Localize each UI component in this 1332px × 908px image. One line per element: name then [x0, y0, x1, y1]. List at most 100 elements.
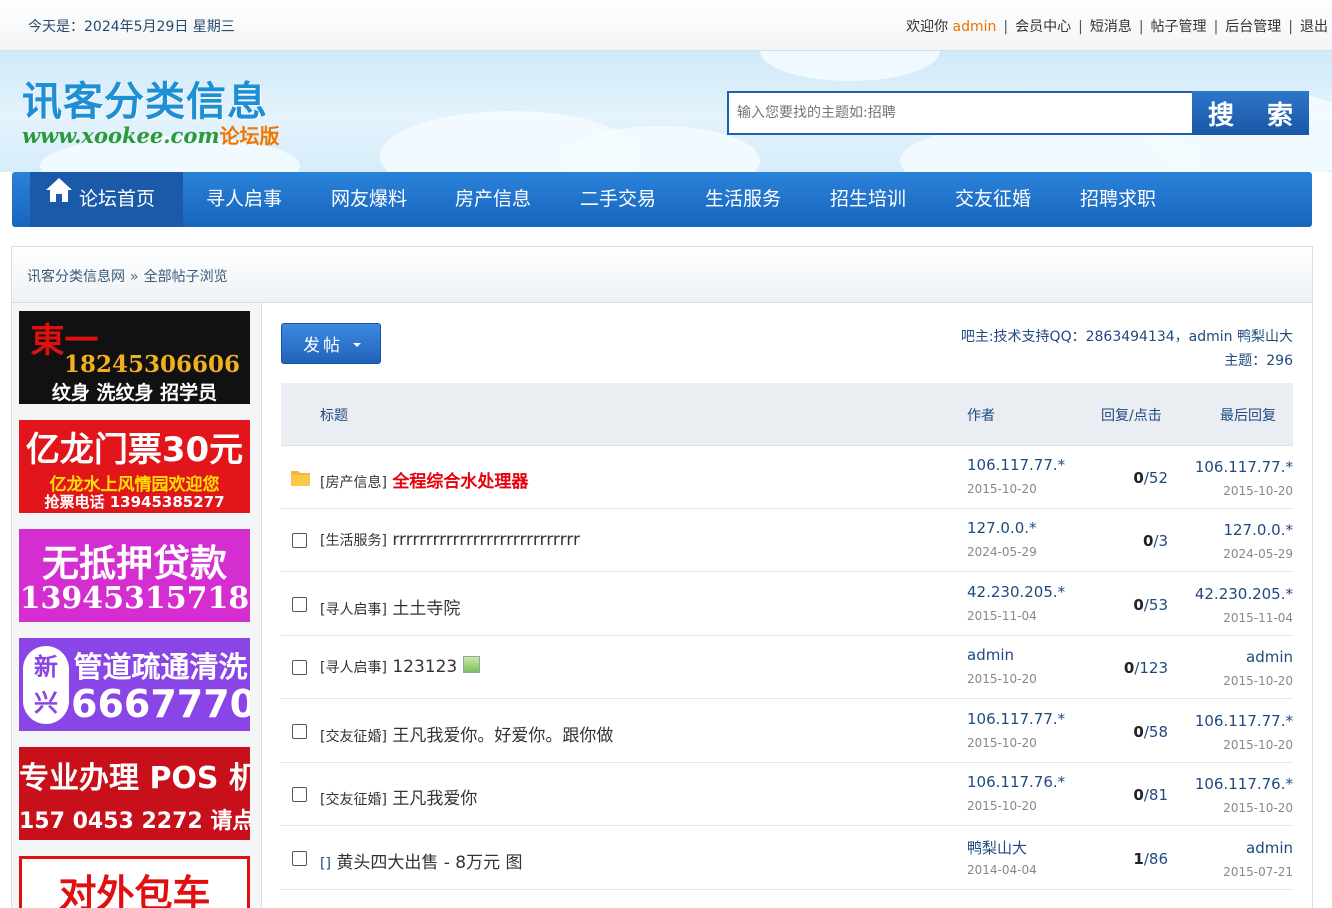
last-reply-user[interactable]: 106.117.76.* [1195, 775, 1293, 793]
thread-author[interactable]: admin [967, 646, 1014, 664]
folder-icon [291, 471, 310, 486]
reply-click-count: 1/86 [1133, 850, 1168, 868]
breadcrumb-home[interactable]: 讯客分类信息网 [27, 269, 125, 285]
row-checkbox[interactable] [292, 724, 307, 739]
last-reply-date: 2015-10-20 [1223, 801, 1293, 815]
thread-list-panel: 发帖 吧主:技术支持QQ：2863494134，admin 鸭梨山大 主题：29… [262, 302, 1313, 908]
last-reply-user[interactable]: 127.0.0.* [1223, 521, 1293, 539]
logo-title: 讯客分类信息 [22, 79, 268, 125]
caret-down-icon [353, 343, 361, 347]
nav-item-second-hand[interactable]: 二手交易 [580, 172, 656, 227]
thread-title[interactable]: [寻人启事] 土土寺院 [320, 594, 460, 619]
nav-item-news-tips[interactable]: 网友爆料 [331, 172, 407, 227]
last-reply-user[interactable]: 106.117.77.* [1195, 458, 1293, 476]
breadcrumb-bar: 讯客分类信息网» 全部帖子浏览 [11, 246, 1313, 302]
reply-click-count: 0/81 [1133, 786, 1168, 804]
ad-loan[interactable]: 无抵押贷款 13945315718 [19, 529, 250, 622]
reply-click-count: 0/3 [1142, 532, 1168, 550]
admin-link[interactable]: 后台管理 [1225, 19, 1281, 35]
search-input[interactable] [727, 91, 1194, 135]
nav-home[interactable]: 论坛首页 [30, 172, 183, 227]
image-attachment-icon [463, 655, 481, 673]
table-row[interactable]: [交友征婚] 王凡我爱你。好爱你。跟你做 106.117.77.* 2015-1… [281, 700, 1293, 763]
reply-click-count: 0/52 [1133, 469, 1168, 487]
table-row[interactable]: [房产信息] 全程综合水处理器 106.117.77.* 2015-10-20 … [281, 446, 1293, 509]
last-reply-user[interactable]: 106.117.77.* [1195, 712, 1293, 730]
col-title: 标题 [320, 408, 348, 424]
row-checkbox[interactable] [292, 660, 307, 675]
current-date: 今天是：2024年5月29日 星期三 [28, 19, 235, 35]
thread-author[interactable]: 106.117.77.* [967, 456, 1065, 474]
row-checkbox[interactable] [292, 851, 307, 866]
table-row[interactable]: [寻人启事] 土土寺院 42.230.205.* 2015-11-04 0/53… [281, 573, 1293, 636]
thread-author[interactable]: 127.0.0.* [967, 519, 1037, 537]
thread-title[interactable]: [交友征婚] 王凡我爱你。好爱你。跟你做 [320, 721, 613, 746]
member-center-link[interactable]: 会员中心 [1015, 19, 1071, 35]
site-logo[interactable]: 讯客分类信息 www.xookee.com论坛版 [22, 79, 280, 147]
ad-tattoo[interactable]: 東一 18245306606 纹身 洗纹身 招学员 [19, 311, 250, 404]
ad-ticket[interactable]: 亿龙门票30元 亿龙水上风情园欢迎您 抢票电话 13945385277 [19, 420, 250, 513]
thread-author[interactable]: 鸭梨山大 [967, 837, 1027, 858]
welcome-text: 欢迎你 [906, 19, 949, 35]
last-reply-date: 2015-10-20 [1223, 738, 1293, 752]
ad-pipe-cleaning[interactable]: 新兴 管道疏通清洗 6667770 [19, 638, 250, 731]
site-header: 讯客分类信息 www.xookee.com论坛版 搜 索 [0, 51, 1332, 172]
home-icon [45, 170, 73, 225]
moderator-info: 吧主:技术支持QQ：2863494134，admin 鸭梨山大 主题：296 [961, 325, 1293, 373]
col-replies: 回复/点击 [1101, 408, 1162, 424]
topic-count: 主题：296 [1224, 353, 1293, 369]
row-checkbox[interactable] [292, 597, 307, 612]
thread-title[interactable]: [房产信息] 全程综合水处理器 [320, 467, 528, 492]
last-reply-date: 2015-11-04 [1223, 611, 1293, 625]
ad-badge: 新兴 [23, 646, 69, 724]
thread-date: 2015-10-20 [967, 672, 1037, 686]
post-manage-link[interactable]: 帖子管理 [1151, 19, 1207, 35]
thread-title[interactable]: [生活服务] rrrrrrrrrrrrrrrrrrrrrrrrrrrr [320, 530, 580, 550]
logo-url: www.xookee.com论坛版 [22, 123, 280, 148]
thread-title[interactable]: [寻人启事] 123123 [320, 655, 481, 677]
thread-title[interactable]: [] 黄头四大出售 - 8万元 图 [320, 848, 523, 873]
thread-date: 2015-10-20 [967, 799, 1037, 813]
logout-link[interactable]: 退出 [1300, 19, 1328, 35]
thread-title[interactable]: [交友征婚] 王凡我爱你 [320, 784, 477, 809]
ad-car-rental[interactable]: 对外包车 [19, 856, 250, 908]
nav-item-missing-persons[interactable]: 寻人启事 [206, 172, 282, 227]
last-reply-date: 2024-05-29 [1223, 547, 1293, 561]
breadcrumb-current[interactable]: 全部帖子浏览 [144, 269, 228, 285]
last-reply-user[interactable]: admin [1246, 839, 1293, 857]
reply-click-count: 0/53 [1133, 596, 1168, 614]
nav-item-real-estate[interactable]: 房产信息 [455, 172, 531, 227]
last-reply-user[interactable]: 42.230.205.* [1195, 585, 1293, 603]
thread-author[interactable]: 106.117.77.* [967, 710, 1065, 728]
search-button[interactable]: 搜 索 [1192, 91, 1309, 135]
table-header: 标题 作者 回复/点击 最后回复 [281, 383, 1293, 446]
nav-item-dating[interactable]: 交友征婚 [955, 172, 1031, 227]
last-reply-user[interactable]: admin [1246, 648, 1293, 666]
table-row[interactable]: [] 黄头四大出售 - 8万元 图 鸭梨山大 2014-04-04 1/86 a… [281, 827, 1293, 890]
thread-date: 2014-04-04 [967, 863, 1037, 877]
user-links: 欢迎你 admin | 会员中心 | 短消息 | 帖子管理 | 后台管理 | 退出 [906, 19, 1328, 35]
col-author: 作者 [967, 408, 995, 424]
reply-click-count: 0/58 [1133, 723, 1168, 741]
nav-item-life-services[interactable]: 生活服务 [705, 172, 781, 227]
new-post-button[interactable]: 发帖 [281, 323, 381, 364]
last-reply-date: 2015-07-21 [1223, 865, 1293, 879]
thread-author[interactable]: 42.230.205.* [967, 583, 1065, 601]
row-checkbox[interactable] [292, 787, 307, 802]
thread-author[interactable]: 106.117.76.* [967, 773, 1065, 791]
thread-date: 2015-10-20 [967, 482, 1037, 496]
messages-link[interactable]: 短消息 [1090, 19, 1132, 35]
row-checkbox[interactable] [292, 533, 307, 548]
username-link[interactable]: admin [953, 19, 997, 35]
table-row[interactable]: [交友征婚] 王凡我爱你 106.117.76.* 2015-10-20 0/8… [281, 763, 1293, 826]
table-row[interactable]: [寻人启事] 123123 admin 2015-10-20 0/123 adm… [281, 636, 1293, 699]
col-last-reply: 最后回复 [1220, 408, 1276, 424]
thread-date: 2024-05-29 [967, 545, 1037, 559]
nav-item-jobs[interactable]: 招聘求职 [1080, 172, 1156, 227]
table-row[interactable]: [生活服务] rrrrrrrrrrrrrrrrrrrrrrrrrrrr 127.… [281, 509, 1293, 572]
main-nav: 论坛首页 寻人启事 网友爆料 房产信息 二手交易 生活服务 招生培训 交友征婚 … [12, 172, 1312, 227]
nav-item-education[interactable]: 招生培训 [830, 172, 906, 227]
ad-pos-machine[interactable]: 专业办理 POS 机 157 0453 2272 请点击 [19, 747, 250, 840]
moderator-text: 吧主:技术支持QQ：2863494134，admin 鸭梨山大 [960, 329, 1293, 345]
ad-sidebar: 東一 18245306606 纹身 洗纹身 招学员 亿龙门票30元 亿龙水上风情… [11, 302, 262, 908]
